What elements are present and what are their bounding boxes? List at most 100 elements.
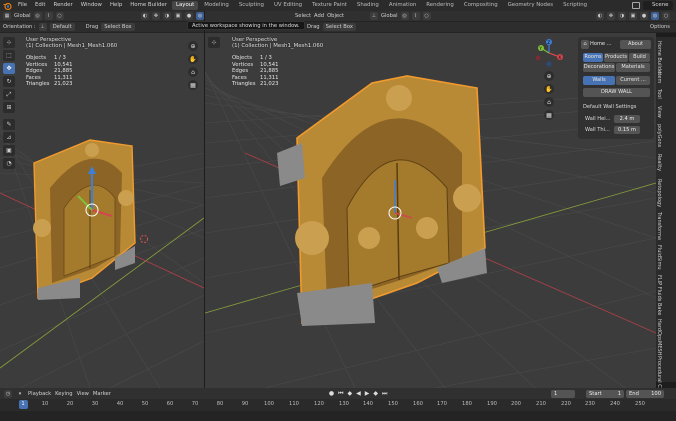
orientation-icon-right[interactable]: ⊥	[369, 12, 378, 20]
annotate-tool-icon[interactable]: ✎	[3, 119, 15, 130]
menu-add[interactable]: Add	[314, 13, 324, 19]
draw-wall-button[interactable]: DRAW WALL	[583, 88, 650, 97]
grid-perspective-icon[interactable]: ▦	[188, 80, 198, 90]
shading-material-icon[interactable]: ◍	[196, 12, 204, 20]
wall-height-field[interactable]: 2.4 m	[614, 115, 640, 123]
tab-scripting[interactable]: Scripting	[559, 1, 591, 10]
cursor-tool-icon[interactable]: ⊹	[208, 37, 220, 48]
wall-thickness-field[interactable]: 0.15 m	[614, 126, 640, 134]
sidebar-tab-fluidsimu[interactable]: FluidSimu	[656, 245, 662, 270]
end-frame-field[interactable]: End 100	[626, 390, 664, 398]
tab-animation[interactable]: Animation	[385, 1, 420, 10]
pivot-icon[interactable]: ◎	[33, 12, 42, 20]
record-icon[interactable]: ●	[329, 390, 334, 397]
tab-shading[interactable]: Shading	[353, 1, 383, 10]
home-icon[interactable]: ⌂	[581, 40, 589, 49]
visibility-icon[interactable]: ◐	[141, 12, 149, 20]
current-button[interactable]: Current ...	[616, 76, 650, 85]
tab-build[interactable]: Build	[629, 53, 650, 62]
tab-layout[interactable]: Layout	[171, 1, 199, 10]
zoom-icon[interactable]: ⊕	[544, 71, 554, 81]
tab-compositing[interactable]: Compositing	[460, 1, 502, 10]
menu-keying[interactable]: Keying	[55, 391, 72, 397]
editor-type-icon[interactable]: ▦	[3, 12, 11, 20]
proportional-edit-icon-right[interactable]: ○	[422, 12, 431, 20]
overlay-toggle-icon[interactable]: ◑	[163, 12, 171, 20]
menu-file[interactable]: File	[14, 0, 31, 11]
grid-perspective-icon[interactable]: ▦	[544, 110, 554, 120]
tab-products[interactable]: Products	[604, 53, 628, 62]
pivot-icon-right[interactable]: ◎	[400, 12, 409, 20]
tab-rooms[interactable]: Rooms	[583, 53, 603, 62]
tab-modeling[interactable]: Modeling	[200, 1, 233, 10]
move-tool-icon[interactable]: ✥	[3, 63, 15, 74]
orientation-icon[interactable]: ⊥	[38, 23, 47, 31]
home-dropdown[interactable]: Home ...	[590, 40, 618, 49]
tab-texture-paint[interactable]: Texture Paint	[308, 1, 351, 10]
menu-marker[interactable]: Marker	[93, 391, 111, 397]
xray-icon-right[interactable]: ▣	[629, 12, 637, 20]
sidebar-tab-item[interactable]: Item	[656, 72, 662, 83]
blender-logo-icon[interactable]	[2, 1, 12, 10]
tab-sculpting[interactable]: Sculpting	[235, 1, 268, 10]
menu-select[interactable]: Select	[295, 13, 311, 19]
door-model-left[interactable]	[20, 128, 150, 303]
jump-end-icon[interactable]: ⏭	[382, 390, 387, 398]
rotate-tool-icon[interactable]: ↻	[3, 76, 15, 87]
transform-tool-icon[interactable]: ⊞	[3, 102, 15, 113]
tab-uv-editing[interactable]: UV Editing	[270, 1, 306, 10]
drag-dropdown-right[interactable]: Select Box	[322, 23, 356, 31]
sidebar-tab-hardops[interactable]: HardOps	[656, 319, 662, 341]
overlay-toggle-icon-right[interactable]: ◑	[618, 12, 626, 20]
walls-button[interactable]: Walls	[583, 76, 615, 85]
menu-object[interactable]: Object	[327, 13, 344, 19]
pan-hand-icon[interactable]: ✋	[188, 54, 198, 64]
proportional-edit-icon[interactable]: ○	[55, 12, 64, 20]
cursor-tool-icon[interactable]: ⊹	[3, 37, 15, 48]
start-frame-field[interactable]: Start 1	[586, 390, 624, 398]
about-button[interactable]: About	[620, 40, 651, 49]
camera-icon[interactable]: ⌂	[188, 67, 198, 77]
measure-tool-icon[interactable]: ⊿	[3, 132, 15, 143]
menu-render[interactable]: Render	[49, 0, 76, 11]
sidebar-tab-view[interactable]: View	[656, 106, 662, 118]
sidebar-tab-reality[interactable]: Reality	[656, 154, 662, 171]
options-dropdown-right[interactable]: Options	[650, 24, 670, 30]
xray-icon[interactable]: ▣	[174, 12, 182, 20]
door-model-right[interactable]	[277, 68, 492, 328]
select-box-tool-icon[interactable]: ⬚	[3, 50, 15, 61]
transform-orientation[interactable]: Global	[14, 13, 31, 19]
tab-geometry-nodes[interactable]: Geometry Nodes	[504, 1, 557, 10]
axis-gizmo-icon[interactable]: Z X Y	[535, 39, 563, 67]
tab-rendering[interactable]: Rendering	[422, 1, 458, 10]
menu-help[interactable]: Help	[106, 0, 126, 11]
tab-materials[interactable]: Materials	[616, 63, 650, 72]
tab-decorations[interactable]: Decorations	[583, 63, 615, 72]
play-icon[interactable]: ▶	[365, 390, 370, 397]
sidebar-tab-flip-fluids[interactable]: FLIP Fluids	[656, 275, 662, 301]
shading-solid-icon-right[interactable]: ●	[640, 12, 648, 20]
snap-icon[interactable]: ⌇	[44, 12, 53, 20]
camera-icon[interactable]: ⌂	[544, 97, 554, 107]
sidebar-tab-polygons[interactable]: polyGons	[656, 124, 662, 147]
snap-tool-icon[interactable]: ◔	[3, 158, 15, 169]
timeline-ruler[interactable]: 1 10 20 30 40 50 60 70 80 90 100 110 120…	[0, 399, 676, 411]
transform-orientation-right[interactable]: Global	[381, 13, 398, 19]
left-3d-viewport[interactable]: ⊹ ⬚ ✥ ↻ ⤢ ⊞ ✎ ⊿ ▣ ◔ User Perspective (1)…	[0, 33, 204, 388]
orientation-dropdown[interactable]: Default	[49, 23, 75, 31]
sidebar-tab-transforma[interactable]: Transforma	[656, 212, 662, 240]
next-key-icon[interactable]: ◆	[373, 390, 378, 397]
shading-solid-icon[interactable]: ●	[185, 12, 193, 20]
gizmo-toggle-icon-right[interactable]: ✥	[607, 12, 615, 20]
sidebar-tab-tool[interactable]: Tool	[656, 89, 662, 99]
scene-selector[interactable]: Scene	[643, 1, 673, 10]
menu-home-builder[interactable]: Home Builder	[126, 0, 171, 11]
menu-window[interactable]: Window	[77, 0, 106, 11]
current-frame-field[interactable]: 1	[551, 390, 575, 398]
sidebar-tab-procedural[interactable]: Procedural Cri	[656, 356, 662, 391]
menu-view[interactable]: View	[77, 391, 89, 397]
drag-dropdown[interactable]: Select Box	[101, 23, 135, 31]
gizmo-toggle-icon[interactable]: ✥	[152, 12, 160, 20]
menu-playback[interactable]: Playback	[28, 391, 51, 397]
shading-material-icon-right[interactable]: ◍	[651, 12, 659, 20]
